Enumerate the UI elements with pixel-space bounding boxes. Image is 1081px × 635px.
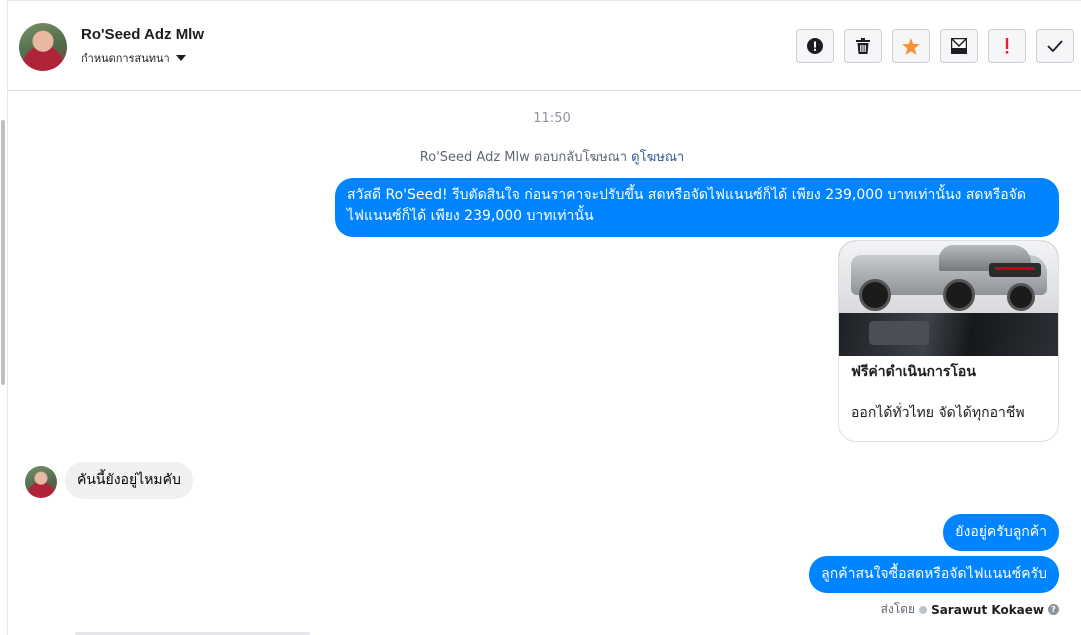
done-button[interactable] [1036,29,1074,63]
ad-reply-notice: Ro'Seed Adz Mlw ตอบกลับโฆษณา ดูโฆษณา [7,146,1081,167]
ad-card-subtitle: ออกได้ทั่วไทย จัดได้ทุกอาชีพ [851,405,1025,421]
contact-name[interactable]: Ro'Seed Adz Mlw [81,26,204,43]
outgoing-message[interactable]: สวัสดี Ro'Seed! รีบตัดสินใจ ก่อนราคาจะปร… [335,178,1059,237]
left-scrollbar[interactable] [1,120,5,385]
spam-button[interactable] [796,29,834,63]
conversation-toolbar [796,29,1074,63]
trash-icon [856,38,870,54]
message-timestamp: 11:50 [533,111,571,126]
star-icon [902,37,920,55]
star-button[interactable] [892,29,930,63]
contact-avatar-small[interactable] [25,466,57,498]
help-icon[interactable]: ? [1048,604,1059,615]
outgoing-message[interactable]: ยังอยู่ครับลูกค้า [943,514,1059,551]
assign-conversation-dropdown[interactable]: กำหนดการสนทนา [81,49,186,67]
assign-conversation-label: กำหนดการสนทนา [81,52,170,65]
incoming-message[interactable]: คันนี้ยังอยู่ไหมคับ [65,462,193,499]
check-icon [1047,40,1063,52]
sent-by-agent: Sarawut Kokaew [931,602,1044,617]
envelope-icon [951,38,967,54]
sent-by-label: ส่งโดย [880,602,916,616]
view-ad-link[interactable]: ดูโฆษณา [631,150,684,165]
ad-reply-text: Ro'Seed Adz Mlw ตอบกลับโฆษณา [419,150,628,165]
outgoing-message[interactable]: ลูกค้าสนใจซื้อสดหรือจัดไฟแนนซ์ครับ [809,556,1059,593]
delete-button[interactable] [844,29,882,63]
message-thread[interactable]: 11:50 Ro'Seed Adz Mlw ตอบกลับโฆษณา ดูโฆษ… [7,92,1081,635]
contact-avatar[interactable] [19,23,67,71]
ad-card[interactable]: ฟรีค่าดำเนินการโอน ออกได้ทั่วไทย จัดได้ท… [838,240,1059,442]
important-button[interactable] [988,29,1026,63]
caret-down-icon [175,55,186,61]
mark-unread-button[interactable] [940,29,978,63]
conversation-header: Ro'Seed Adz Mlw กำหนดการสนทนา [7,0,1081,91]
sent-by-info: ส่งโดย Sarawut Kokaew ? [881,600,1059,619]
ad-card-image[interactable] [839,241,1058,356]
exclamation-icon [1005,38,1009,54]
exclamation-circle-icon [807,38,823,54]
ad-card-title: ฟรีค่าดำเนินการโอน [851,364,976,380]
verified-icon [919,605,928,614]
